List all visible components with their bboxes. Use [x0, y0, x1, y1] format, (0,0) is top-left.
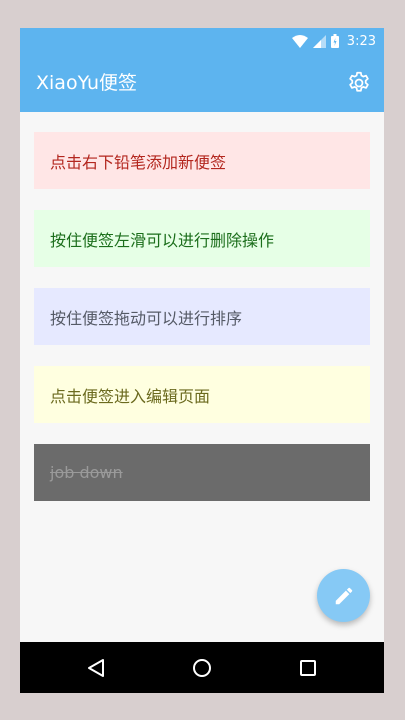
- note-text: 点击便签进入编辑页面: [50, 386, 211, 406]
- battery-icon: [330, 34, 339, 48]
- note-text: 按住便签拖动可以进行排序: [50, 308, 243, 328]
- add-note-button[interactable]: [317, 569, 370, 622]
- note-item[interactable]: 按住便签拖动可以进行排序: [34, 288, 370, 345]
- note-item[interactable]: 点击右下铅笔添加新便签: [34, 132, 370, 189]
- phone-screen: 3:23 XiaoYu便签 点击右下铅笔添加新便签按住便签左滑可以进行删除操作按…: [20, 28, 384, 693]
- note-text: 按住便签左滑可以进行删除操作: [50, 230, 275, 250]
- app-bar: XiaoYu便签: [20, 54, 384, 112]
- note-text: 点击右下铅笔添加新便签: [50, 152, 227, 172]
- home-button[interactable]: [188, 654, 216, 682]
- app-title: XiaoYu便签: [36, 72, 138, 94]
- recents-icon: [300, 660, 316, 676]
- pencil-icon: [335, 587, 352, 604]
- settings-button[interactable]: [346, 70, 372, 96]
- note-item-completed[interactable]: job down: [34, 444, 370, 501]
- note-list: 点击右下铅笔添加新便签按住便签左滑可以进行删除操作 按住便签拖动可以进行排序 点击便…: [34, 132, 370, 522]
- back-icon: [88, 659, 104, 677]
- note-item[interactable]: 点击便签进入编辑页面: [34, 366, 370, 423]
- home-icon: [193, 659, 211, 677]
- wifi-icon: [291, 34, 308, 48]
- recents-button[interactable]: [294, 654, 322, 682]
- status-time: 3:23: [346, 33, 376, 49]
- gear-icon: [349, 71, 369, 92]
- signal-icon: [312, 34, 326, 48]
- navigation-bar: [20, 642, 384, 693]
- back-button[interactable]: [82, 654, 110, 682]
- note-text: job down: [50, 463, 123, 482]
- status-bar: 3:23: [20, 28, 384, 54]
- note-item[interactable]: 按住便签左滑可以进行删除操作: [34, 210, 370, 267]
- status-icons: 3:23: [291, 28, 376, 54]
